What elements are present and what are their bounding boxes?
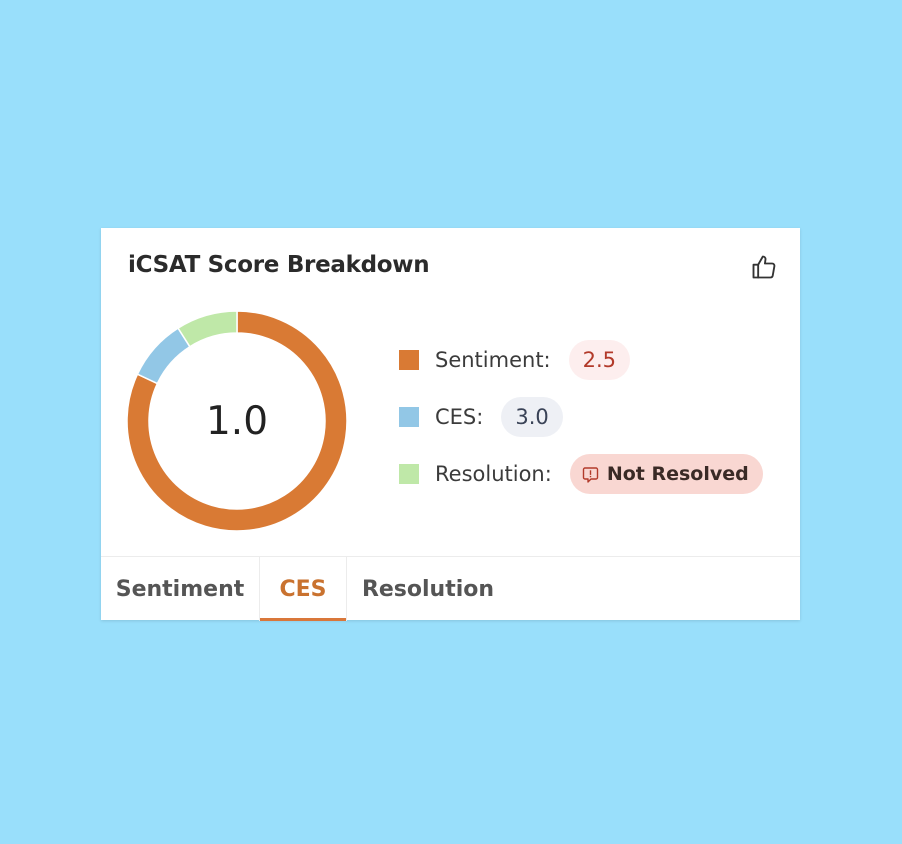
sentiment-swatch <box>399 350 419 370</box>
legend-item-sentiment: Sentiment: 2.5 <box>399 340 631 380</box>
icsat-score-card: iCSAT Score Breakdown 1.0 Sentiment: 2.5… <box>101 228 800 621</box>
ces-value-badge: 3.0 <box>501 397 563 437</box>
thumbs-up-icon <box>750 253 778 285</box>
thumbs-up-button[interactable] <box>747 252 781 286</box>
card-title: iCSAT Score Breakdown <box>128 252 430 278</box>
sentiment-value-badge: 2.5 <box>568 340 631 380</box>
tab-sentiment[interactable]: Sentiment <box>101 557 260 621</box>
alert-icon <box>582 466 599 483</box>
score-donut-chart: 1.0 <box>126 310 348 532</box>
legend-label-ces: CES: <box>435 405 484 429</box>
legend-item-resolution: Resolution: Not Resolved <box>399 454 763 494</box>
breakdown-tabs: Sentiment CES Resolution <box>101 556 800 621</box>
resolution-swatch <box>399 464 419 484</box>
legend-label-sentiment: Sentiment: <box>435 348 551 372</box>
tab-ces[interactable]: CES <box>260 557 347 621</box>
donut-score-value: 1.0 <box>205 398 269 444</box>
resolution-status-text: Not Resolved <box>606 463 749 485</box>
tab-resolution[interactable]: Resolution <box>347 557 509 621</box>
legend-item-ces: CES: 3.0 <box>399 397 563 437</box>
legend-label-resolution: Resolution: <box>435 462 552 486</box>
ces-swatch <box>399 407 419 427</box>
resolution-status-badge: Not Resolved <box>569 454 763 494</box>
